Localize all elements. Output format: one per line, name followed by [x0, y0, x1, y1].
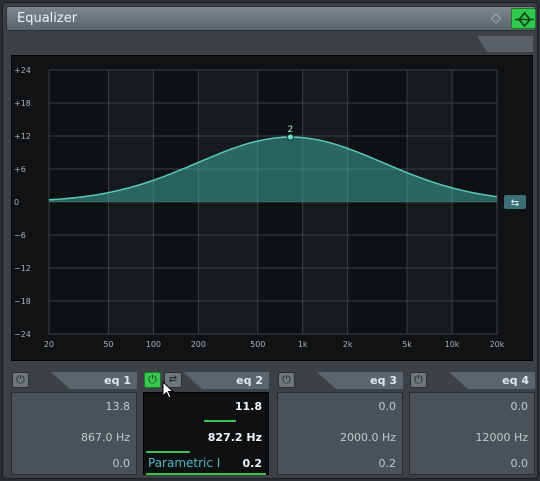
x-tick-label: 5k: [402, 340, 412, 349]
x-tick-label: 10k: [445, 340, 460, 349]
title-bar[interactable]: Equalizer ◇: [6, 6, 536, 31]
eq3-power-button[interactable]: ⏻: [278, 372, 295, 388]
x-tick-label: 100: [146, 340, 161, 349]
mouse-cursor-icon: [162, 381, 174, 399]
equalizer-power-button[interactable]: [511, 8, 536, 29]
eq4-power-button[interactable]: ⏻: [410, 372, 427, 388]
eq2-freq-indicator: [146, 451, 190, 453]
eq-band-1: ⏻ eq 1 13.8 867.0 Hz 0.0: [11, 371, 137, 475]
equalizer-window: Equalizer ◇ +24 +18 +12 +6 0 −6 −12 −18 −24 20 50 1…: [2, 2, 538, 479]
eq-band-header: ⏻ eq 3: [277, 371, 403, 391]
x-tick-label: 50: [103, 340, 113, 349]
window-title: Equalizer: [17, 11, 78, 26]
eq4-q[interactable]: 0.0: [511, 457, 529, 470]
y-tick-label: −6: [14, 231, 26, 240]
eq-node-label: 2: [288, 125, 294, 135]
eq1-q[interactable]: 0.0: [113, 457, 131, 470]
x-tick-label: 1k: [298, 340, 308, 349]
eq2-q[interactable]: 0.2: [243, 457, 263, 470]
eq4-frequency[interactable]: 12000 Hz: [475, 431, 528, 444]
y-tick-label: +6: [14, 165, 26, 174]
y-tick-label: +18: [14, 99, 31, 108]
y-tick-label: +24: [14, 66, 31, 75]
x-tick-label: 200: [191, 340, 206, 349]
eq3-frequency[interactable]: 2000.0 Hz: [340, 431, 396, 444]
options-tab[interactable]: [477, 36, 533, 52]
x-tick-label: 20: [44, 340, 54, 349]
eq1-controls[interactable]: 13.8 867.0 Hz 0.0: [11, 392, 137, 475]
y-tick-label: 0: [14, 198, 19, 207]
eq-graph[interactable]: +24 +18 +12 +6 0 −6 −12 −18 −24 20 50 100 200 500 1k 2k…: [11, 55, 533, 361]
y-tick-label: +12: [14, 132, 31, 141]
eq4-gain[interactable]: 0.0: [511, 400, 529, 413]
eq1-gain[interactable]: 13.8: [106, 400, 131, 413]
y-tick-label: −12: [14, 264, 31, 273]
eq2-filter-type[interactable]: Parametric I: [148, 456, 220, 470]
y-tick-label: −24: [14, 330, 31, 339]
eq4-controls[interactable]: 0.0 12000 Hz 0.0: [409, 392, 535, 475]
diamond-icon[interactable]: ◇: [488, 11, 504, 27]
eq3-tab[interactable]: eq 3: [317, 372, 403, 389]
eq2-controls[interactable]: 11.8 827.2 Hz Parametric I 0.2: [143, 392, 269, 475]
eq-bands: ⏻ eq 1 13.8 867.0 Hz 0.0 ⏻ ⇄ eq 2 11.8 8…: [11, 367, 535, 479]
power-diamond-icon: [515, 11, 534, 28]
swap-arrows-icon: ⇆: [511, 198, 519, 209]
eq4-tab[interactable]: eq 4: [449, 372, 535, 389]
eq1-tab[interactable]: eq 1: [51, 372, 137, 389]
eq2-q-indicator: [146, 473, 266, 475]
eq-band-header: ⏻ eq 1: [11, 371, 137, 391]
eq2-gain-indicator: [204, 420, 236, 422]
eq-band-4: ⏻ eq 4 0.0 12000 Hz 0.0: [409, 371, 535, 475]
eq1-frequency[interactable]: 867.0 Hz: [81, 431, 130, 444]
eq3-controls[interactable]: 0.0 2000.0 Hz 0.2: [277, 392, 403, 475]
x-tick-label: 2k: [343, 340, 353, 349]
eq-band-3: ⏻ eq 3 0.0 2000.0 Hz 0.2: [277, 371, 403, 475]
eq2-frequency[interactable]: 827.2 Hz: [208, 431, 262, 444]
eq2-power-button[interactable]: ⏻: [144, 372, 161, 388]
eq1-power-button[interactable]: ⏻: [12, 372, 29, 388]
eq2-gain[interactable]: 11.8: [235, 400, 262, 413]
x-tick-label: 500: [250, 340, 265, 349]
eq3-gain[interactable]: 0.0: [379, 400, 397, 413]
x-tick-label: 20k: [490, 340, 505, 349]
eq3-q[interactable]: 0.2: [379, 457, 397, 470]
eq-curve-display[interactable]: +24 +18 +12 +6 0 −6 −12 −18 −24 20 50 100 200 500 1k 2k…: [12, 56, 534, 362]
eq2-tab[interactable]: eq 2: [183, 372, 269, 389]
eq-band-header: ⏻ eq 4: [409, 371, 535, 391]
y-tick-label: −18: [14, 297, 31, 306]
